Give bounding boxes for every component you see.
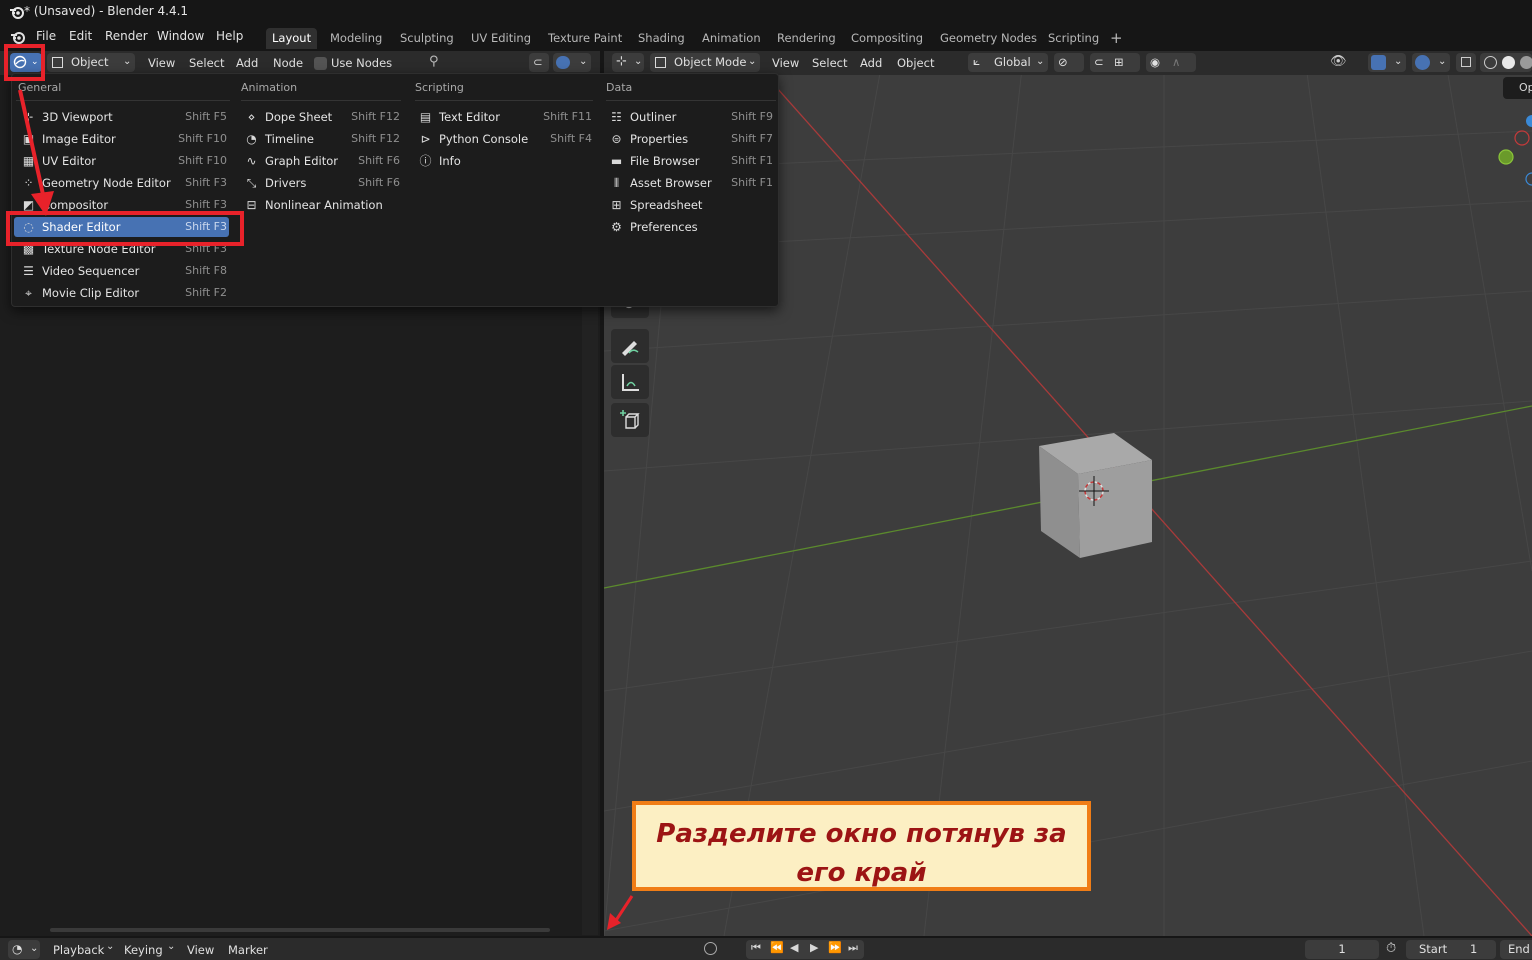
menu-item-shortcut: Shift F7 — [731, 132, 773, 145]
transform-orientation-dropdown[interactable]: ⟀ Global ⌄ — [968, 53, 1048, 72]
material-shading-icon[interactable] — [1520, 56, 1532, 69]
chevron-down-icon: ⌄ — [1438, 56, 1447, 67]
start-value: 1 — [1470, 942, 1478, 956]
auto-keying-icon[interactable] — [704, 942, 717, 955]
tab-scripting[interactable]: Scripting — [1042, 28, 1105, 49]
next-keyframe-icon[interactable]: ⏩ — [828, 941, 842, 954]
stopwatch-icon[interactable]: ⏱ — [1386, 941, 1396, 956]
timeline-menu-view[interactable]: View — [187, 943, 214, 957]
start-label: Start — [1419, 942, 1448, 956]
cube[interactable] — [1039, 433, 1152, 558]
current-frame-value: 1 — [1338, 942, 1346, 956]
wireframe-shading-icon[interactable] — [1484, 56, 1497, 69]
options-label: Op — [1519, 81, 1532, 94]
object-mode-dropdown[interactable]: Object Mode ⌄ — [650, 53, 760, 72]
menu-item-shortcut: Shift F9 — [731, 110, 773, 123]
timeline-menu-playback[interactable]: Playback — [53, 943, 104, 957]
playback-controls: ⏮ ⏪ ◀ ▶ ⏩ ⏭ — [746, 940, 864, 959]
object-mode-label: Object Mode — [674, 55, 747, 69]
play-icon[interactable]: ▶ — [810, 941, 818, 954]
pivot-icon: ⊘ — [1058, 55, 1068, 69]
menu-item-shortcut: Shift F1 — [731, 176, 773, 189]
options-button[interactable]: Op — [1503, 77, 1532, 99]
viewport-menu-view[interactable]: View — [772, 56, 799, 70]
start-frame-field[interactable]: Start 1 — [1406, 940, 1496, 959]
jump-start-icon[interactable]: ⏮ — [751, 941, 761, 955]
current-frame-field[interactable]: 1 — [1305, 940, 1379, 959]
tab-rendering[interactable]: Rendering — [771, 28, 842, 49]
solid-shading-icon[interactable] — [1502, 56, 1515, 69]
proportional-edit-button[interactable]: ◉ ∧ — [1146, 53, 1196, 72]
tutorial-note: Разделите окно потянув за его край — [632, 801, 1091, 891]
falloff-icon: ∧ — [1172, 55, 1181, 69]
chevron-down-icon: ⌄ — [1036, 56, 1045, 67]
jump-end-icon[interactable]: ⏭ — [848, 941, 858, 955]
play-reverse-icon[interactable]: ◀ — [790, 941, 798, 954]
timeline-header: ◔ ⌄ Playback ⌄ Keying ⌄ View Marker ⏮ ⏪ … — [0, 938, 1532, 960]
viewport-header: ⊹ ⌄ Object Mode ⌄ View Select Add Object… — [604, 51, 1532, 75]
arrow-head-icon — [31, 191, 54, 216]
xray-button[interactable] — [1456, 53, 1476, 72]
orientation-label: Global — [994, 55, 1031, 69]
viewport-menu-object[interactable]: Object — [897, 56, 934, 70]
pivot-button[interactable]: ⊘ — [1054, 53, 1084, 72]
timeline-menu-keying[interactable]: Keying — [124, 943, 163, 957]
gizmo-button[interactable]: ⌄ — [1368, 53, 1406, 72]
visibility-icon[interactable]: 👁 — [1330, 54, 1347, 69]
timeline-editor-type-button[interactable]: ◔ ⌄ — [8, 940, 40, 959]
chevron-down-icon: ⌄ — [748, 56, 757, 67]
viewport-menu-select[interactable]: Select — [812, 56, 847, 70]
timeline-icon: ◔ — [12, 942, 23, 956]
prev-keyframe-icon[interactable]: ⏪ — [770, 941, 784, 954]
xray-icon — [1461, 57, 1471, 67]
end-frame-field[interactable]: End — [1500, 940, 1532, 959]
tutorial-note-text: Разделите окно потянув за его край — [636, 815, 1087, 893]
orientation-icon: ⟀ — [973, 54, 981, 68]
menu-item-shortcut: Shift F1 — [731, 154, 773, 167]
end-label: End — [1508, 942, 1530, 956]
viewport-menu-add[interactable]: Add — [860, 56, 882, 70]
gizmo-icon — [1371, 55, 1386, 70]
magnet-icon: ⊂ — [1094, 55, 1104, 69]
tab-geometry-nodes[interactable]: Geometry Nodes — [934, 28, 1043, 49]
annotation-arrows — [18, 89, 634, 930]
timeline-menu-marker[interactable]: Marker — [228, 943, 268, 957]
chevron-down-icon: ⌄ — [106, 941, 115, 952]
shading-mode-buttons[interactable] — [1480, 53, 1532, 72]
snap-target-icon: ⊞ — [1114, 55, 1124, 69]
tutorial-note-line-2: его край — [796, 858, 927, 888]
snapping-button[interactable]: ⊂ ⊞ — [1090, 53, 1140, 72]
overlay-icon — [1415, 55, 1430, 70]
chevron-down-icon: ⌄ — [167, 941, 176, 952]
add-workspace-button[interactable]: + — [1104, 28, 1129, 49]
proportional-icon: ◉ — [1150, 55, 1161, 69]
chevron-down-icon: ⌄ — [1394, 56, 1403, 67]
viewport-overlay-button[interactable]: ⌄ — [1412, 53, 1450, 72]
tab-animation[interactable]: Animation — [696, 28, 767, 49]
tutorial-note-line-1: Разделите окно потянув за — [656, 819, 1067, 849]
chevron-down-icon: ⌄ — [30, 943, 39, 954]
tab-compositing[interactable]: Compositing — [845, 28, 929, 49]
